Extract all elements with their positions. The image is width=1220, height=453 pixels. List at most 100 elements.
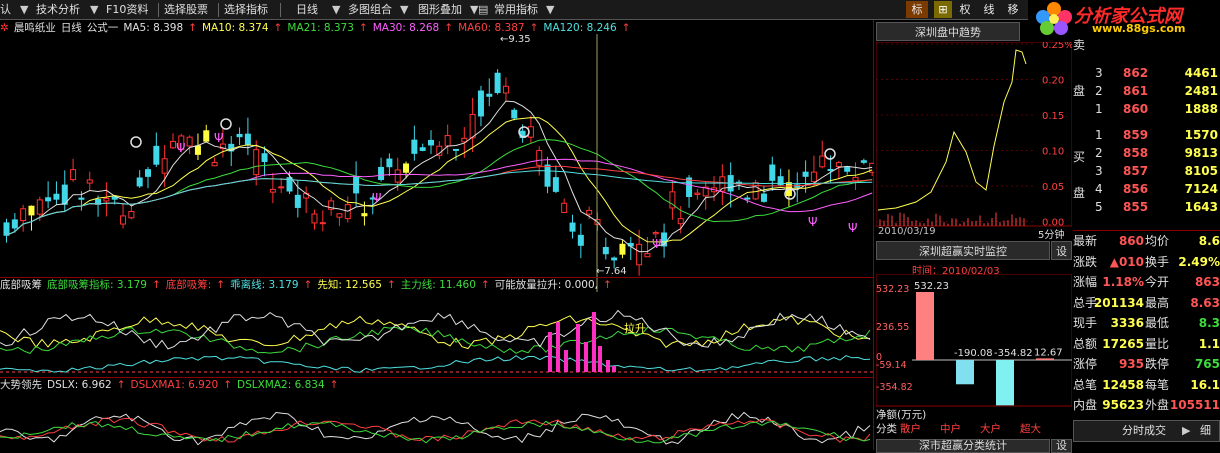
stats-panel-title[interactable]: 深市超赢分类统计 <box>876 439 1050 453</box>
menu-overlay[interactable]: 图形叠加 <box>418 2 462 18</box>
indicator-plot-bottom-absorb[interactable] <box>0 292 874 378</box>
candle <box>311 213 318 224</box>
monitor-value: 532.23 <box>914 281 949 292</box>
signal-circle-icon <box>220 118 232 130</box>
stat-row: 总额 17265 量比 1.1 <box>1073 336 1220 351</box>
dropdown-icon[interactable]: ▼ <box>400 2 408 18</box>
up-arrow-icon: ↑ <box>480 279 490 291</box>
indicator-plot-trend-lead[interactable] <box>0 392 874 450</box>
monitor-value: 12.67 <box>1034 347 1063 358</box>
ind2-info-line: 大势领先 DSLX: 6.962 ↑ DSLXMA1: 6.920 ↑ DSLXMA2: … <box>0 378 348 392</box>
kline-chart-area[interactable]: ✲ 晨鸣纸业 日线 公式一 MA5: 8.398 ↑ MA10: 8.374 ↑ MA21: 8… <box>0 20 874 450</box>
btn-mark[interactable]: 标 <box>906 1 928 18</box>
candle <box>644 253 651 258</box>
candle <box>403 163 410 173</box>
stat-row: 总手 201134 最高 8.63 <box>1073 295 1220 310</box>
tab-trade-detail[interactable]: 分时成交 <box>1122 421 1166 441</box>
candle <box>694 192 701 195</box>
candle <box>452 148 459 151</box>
period-label: 日线 <box>60 22 82 34</box>
dropdown-icon[interactable]: ▼ <box>546 2 554 18</box>
candle <box>602 247 609 255</box>
ma-line <box>6 170 873 236</box>
sell-label-top: 卖 <box>1073 38 1086 52</box>
candle <box>194 145 201 155</box>
buy-label-top: 买 <box>1073 150 1086 164</box>
kline-plot[interactable]: Ψ Ψ Ψ Ψ Ψ Ψ <box>0 34 874 292</box>
candle <box>244 133 251 145</box>
candle <box>186 136 193 147</box>
dropdown-icon[interactable]: ▼ <box>90 2 98 18</box>
menu-f10[interactable]: F10资料 <box>106 2 148 18</box>
intraday-trend-plot[interactable]: 0.25%0.200.150.100.050.00 <box>876 42 1072 242</box>
candle <box>261 153 268 163</box>
menu-tech-analysis[interactable]: 技术分析 <box>36 2 80 18</box>
legend-item: MA21: 8.373 <box>287 22 354 34</box>
buy-label-bottom: 盘 <box>1073 186 1086 200</box>
up-arrow-icon: ↑ <box>386 279 396 291</box>
candle <box>361 213 368 217</box>
menu-select-stock[interactable]: 选择股票 <box>164 2 208 18</box>
ind1-legend: 底部吸筹指标: 3.179 ↑ 底部吸筹: ↑ 乖离线: 3.179 ↑ 先知: 12.56… <box>47 279 617 291</box>
signal-psi-icon: Ψ <box>652 237 661 251</box>
btn-detail[interactable]: 细 <box>1200 421 1211 441</box>
ind2-name: 大势领先 <box>0 379 42 391</box>
plus-icon[interactable]: ⊞ <box>934 1 952 18</box>
monitor-bar-plot[interactable]: 532.23236.550-59.14-354.82532.23-190.08-… <box>876 274 1072 424</box>
trend-panel-title[interactable]: 深圳盘中趋势 <box>876 22 1020 41</box>
legend-item: DSLXMA1: 6.920 <box>130 379 219 391</box>
menu-common-indicator[interactable]: 常用指标 <box>494 2 538 18</box>
legend-item: MA60: 8.387 <box>458 22 525 34</box>
candle <box>378 166 385 180</box>
candle <box>428 139 435 146</box>
btn-move[interactable]: 移 <box>1004 1 1022 18</box>
monitor-settings-button[interactable]: 设 <box>1051 241 1072 260</box>
flower-logo-icon <box>1036 2 1072 35</box>
candle <box>319 222 326 225</box>
candle <box>136 177 143 187</box>
candle <box>444 135 451 147</box>
signal-psi-icon: Ψ <box>176 141 185 155</box>
monitor-panel-title[interactable]: 深圳超赢实时监控 <box>876 241 1050 260</box>
btn-weight[interactable]: 权 <box>956 1 974 18</box>
monitor-value: -354.82 <box>994 348 1033 359</box>
play-icon[interactable]: ▶ <box>1182 421 1190 441</box>
monitor-ytick: 532.23 <box>876 284 909 295</box>
candle <box>469 113 476 139</box>
menu-multi-chart[interactable]: 多图组合 <box>348 2 392 18</box>
btn-line[interactable]: 线 <box>980 1 998 18</box>
candle <box>86 179 93 184</box>
legend-item: MA10: 8.374 <box>201 22 269 34</box>
candle <box>3 222 10 236</box>
candle <box>211 161 218 167</box>
candle <box>103 197 110 202</box>
high-price-label: ←9.35 <box>500 34 531 45</box>
stats-settings-button[interactable]: 设 <box>1051 439 1072 453</box>
menu-select-indicator[interactable]: 选择指标 <box>224 2 268 18</box>
stat-row: 内盘 95623 外盘 105511 <box>1073 398 1220 412</box>
up-arrow-icon: ↑ <box>621 22 631 34</box>
candle <box>502 85 509 94</box>
stat-row: 涨跌 ▲010 换手 2.49% <box>1073 254 1220 269</box>
candle <box>844 166 851 172</box>
monitor-value: -190.08 <box>954 348 993 359</box>
menu-icon[interactable]: ▤ <box>478 2 488 18</box>
candle <box>769 164 776 181</box>
dropdown-icon[interactable]: ▼ <box>20 2 28 18</box>
menu-item-0[interactable]: 认 <box>0 2 11 18</box>
monitor-ytick: 236.55 <box>876 322 909 333</box>
stock-name: 晨鸣纸业 <box>13 22 56 34</box>
monitor-bar <box>996 360 1014 406</box>
stat-row: 涨停 935 跌停 765 <box>1073 357 1220 371</box>
legend-item: DSLXMA2: 6.834 <box>237 379 325 391</box>
candle <box>511 109 518 119</box>
candle <box>569 222 576 232</box>
indicator-line <box>0 355 871 373</box>
candle <box>835 162 842 168</box>
ask-row: 1 860 1888 <box>1095 102 1218 116</box>
menu-daily[interactable]: 日线 <box>296 2 318 18</box>
candle <box>636 243 643 266</box>
candle <box>70 169 77 181</box>
dropdown-icon[interactable]: ▼ <box>332 2 340 18</box>
up-arrow-icon: ↑ <box>329 379 339 391</box>
